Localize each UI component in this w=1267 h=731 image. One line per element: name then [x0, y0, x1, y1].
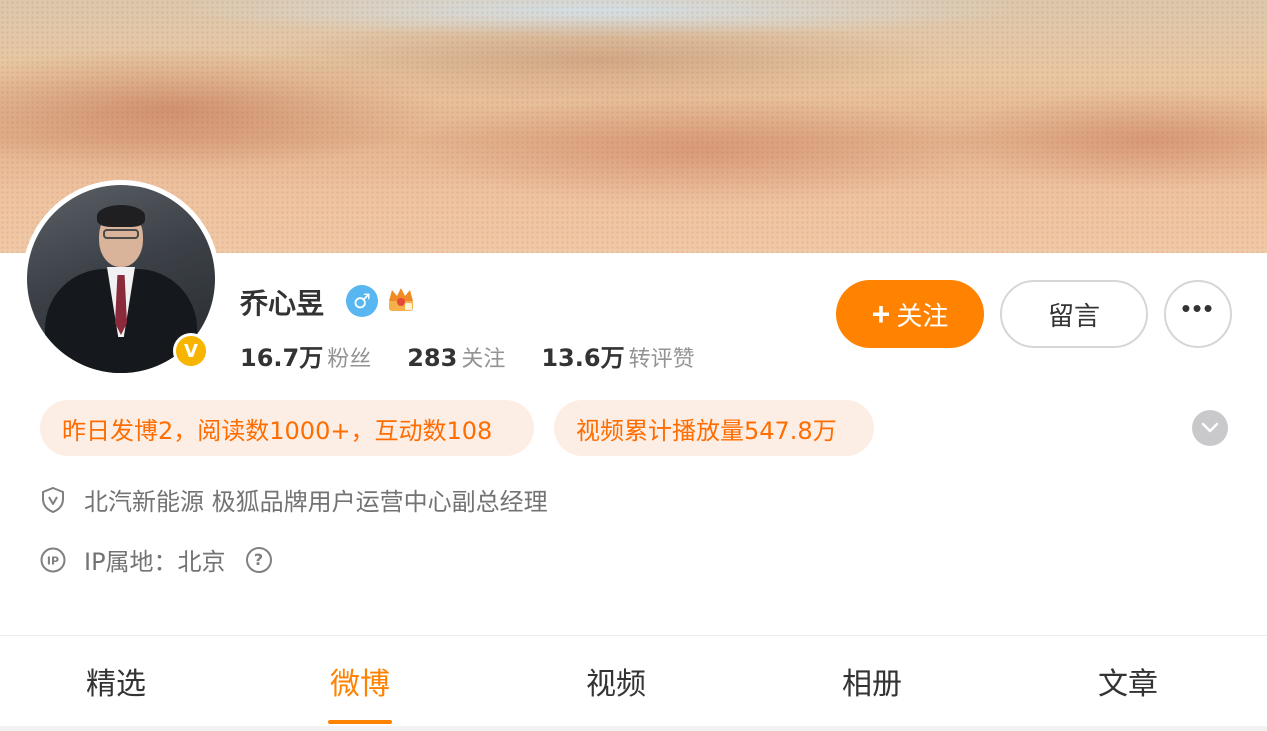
message-button[interactable]: 留言: [1000, 280, 1148, 348]
chevron-down-icon[interactable]: [1192, 410, 1228, 446]
ip-info: IP IP属地：北京 ?: [40, 542, 272, 577]
stat-following[interactable]: 283 关注: [407, 341, 505, 373]
tab-weibo[interactable]: 微博: [232, 636, 488, 726]
tab-videos[interactable]: 视频: [488, 636, 744, 726]
stat-followers[interactable]: 16.7万 粉丝: [240, 338, 371, 373]
male-icon: ♂: [346, 285, 378, 317]
shield-v-icon: [40, 485, 66, 515]
tab-articles[interactable]: 文章: [1000, 636, 1256, 726]
stat-value: 283: [407, 344, 458, 372]
work-title: 北汽新能源 极狐品牌用户运营中心副总经理: [84, 488, 548, 516]
ip-icon: IP: [40, 545, 66, 575]
tab-albums[interactable]: 相册: [744, 636, 1000, 726]
work-info: 北汽新能源 极狐品牌用户运营中心副总经理: [40, 482, 548, 517]
profile-tabs: 精选 微博 视频 相册 文章: [0, 636, 1267, 726]
help-icon[interactable]: ?: [245, 546, 272, 573]
plus-icon: +: [871, 296, 891, 332]
follow-label: 关注: [896, 300, 949, 331]
profile-name: 乔心昱: [240, 287, 325, 320]
profile-stats: 16.7万 粉丝 283 关注 13.6万 转评赞: [240, 338, 695, 373]
more-button[interactable]: •••: [1164, 280, 1232, 348]
follow-button[interactable]: + 关注: [836, 280, 984, 348]
stat-label: 转评赞: [628, 347, 695, 372]
stat-reposts-comments-likes[interactable]: 13.6万 转评赞: [541, 338, 694, 373]
stat-value: 13.6万: [541, 344, 625, 372]
stat-value: 16.7万: [240, 344, 324, 372]
highlight-post-stats[interactable]: 昨日发博2，阅读数1000+，互动数108: [40, 400, 534, 456]
highlight-video-plays[interactable]: 视频累计播放量547.8万: [554, 400, 874, 456]
crown-icon[interactable]: [385, 283, 417, 315]
message-label: 留言: [1047, 300, 1100, 331]
svg-text:IP: IP: [47, 554, 59, 567]
ip-location: IP属地：北京: [84, 548, 226, 576]
tab-featured[interactable]: 精选: [0, 636, 232, 726]
bottom-divider: [0, 726, 1267, 731]
verified-v-icon: V: [173, 333, 209, 369]
stat-label: 关注: [461, 347, 506, 372]
stat-label: 粉丝: [327, 347, 372, 372]
more-icon: •••: [1181, 293, 1215, 323]
